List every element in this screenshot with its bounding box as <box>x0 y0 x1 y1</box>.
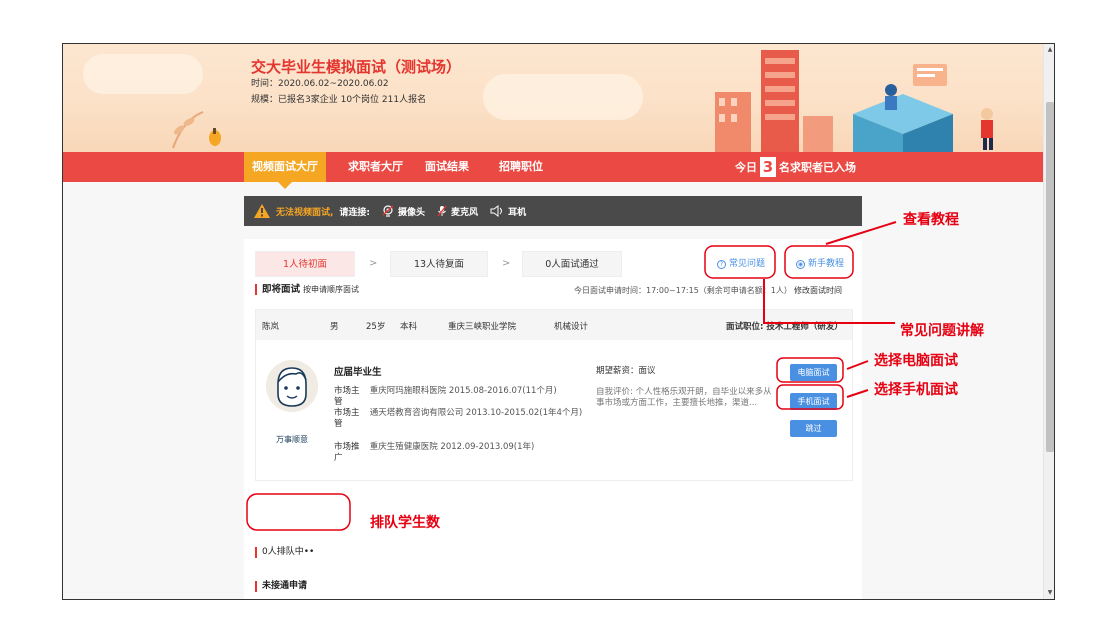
experience-detail: 通天塔教育咨询有限公司 2013.10-2015.02(1年4个月) <box>369 408 583 418</box>
annotation-view-tutorial: 查看教程 <box>903 212 959 228</box>
experience-detail: 重庆生殖健康医院 2012.09-2013.09(1年) <box>369 442 535 452</box>
upcoming-interview-title: 即将面试 <box>262 284 301 295</box>
earphone-label: 耳机 <box>508 207 527 218</box>
compass-icon: ◉ <box>796 259 805 269</box>
scroll-thumb[interactable] <box>1046 102 1054 452</box>
mic-status: 麦克风 <box>437 205 478 218</box>
skip-button[interactable]: 跳过 <box>790 420 837 437</box>
tab-pending-second-interview[interactable]: 13人待复面 <box>390 251 488 277</box>
device-warning-bar: 无法视频面试, 请连接: 摄像头 麦克风 耳机 <box>244 196 862 226</box>
earphone-status: 耳机 <box>490 205 526 218</box>
step-arrow: > <box>369 258 378 269</box>
expected-salary: 期望薪资：面议 <box>596 366 656 376</box>
event-banner: 交大毕业生模拟面试（测试场） 时间：2020.06.02~2020.06.02 … <box>63 44 1043 152</box>
banner-cloud <box>83 54 203 94</box>
warning-icon <box>254 204 270 218</box>
faq-label: 常见问题 <box>729 259 766 269</box>
tab-job-positions[interactable]: 招聘职位 <box>495 152 547 182</box>
microphone-icon <box>437 205 447 217</box>
camera-status: 摄像头 <box>382 205 425 218</box>
step-arrow: > <box>502 258 511 269</box>
today-suffix: 名求职者已入场 <box>779 161 856 174</box>
faq-button[interactable]: ? 常见问题 <box>717 252 765 276</box>
experience-item: 市场主管 通天塔教育咨询有限公司 2013.10-2015.02(1年4个月) <box>334 408 594 430</box>
today-entered-counter: 今日 3 名求职者已入场 <box>735 156 856 178</box>
experience-detail: 重庆阿玛施眼科医院 2015.08-2016.07(11个月) <box>369 386 557 396</box>
annotation-choose-mobile: 选择手机面试 <box>874 382 958 398</box>
pc-interview-button[interactable]: 电脑面试 <box>790 364 837 381</box>
avatar-caption: 万事顺意 <box>276 435 308 444</box>
candidate-type: 应届毕业生 <box>334 367 382 378</box>
event-time: 时间：2020.06.02~2020.06.02 <box>251 79 389 89</box>
city-illustration-icon <box>715 50 993 152</box>
candidate-summary-row: 陈岚 男 25岁 本科 重庆三峡职业学院 机械设计 面试职位: 技术工程师（研发… <box>256 310 852 340</box>
experience-role: 市场主管 <box>334 386 360 407</box>
guide-label: 新手教程 <box>808 259 845 269</box>
mic-label: 麦克风 <box>451 207 479 218</box>
upcoming-interview-heading: 即将面试 按申请顺序面试 <box>255 284 359 295</box>
queue-count: 0人排队中•• <box>255 547 314 558</box>
experience-role: 市场主管 <box>334 408 360 429</box>
tab-pending-first-interview[interactable]: 1人待初面 <box>255 251 355 277</box>
self-evaluation: 自我评价: 个人性格乐观开朗，自毕业以来多从事市场或方面工作，主要擅长地推，渠道… <box>596 387 772 408</box>
upcoming-interview-subtitle: 按申请顺序面试 <box>303 285 360 294</box>
today-count: 3 <box>760 157 776 177</box>
question-circle-icon: ? <box>717 259 726 269</box>
candidate-position: 面试职位: 技术工程师（研发） <box>726 322 843 332</box>
tab-interview-passed[interactable]: 0人面试通过 <box>522 251 622 277</box>
candidate-major: 机械设计 <box>554 322 589 332</box>
scroll-up-arrow-icon[interactable]: ▲ <box>1044 44 1054 56</box>
event-scale: 规模：已报名3家企业 10个岗位 211人报名 <box>251 95 427 105</box>
banner-cloud <box>483 74 643 120</box>
event-title: 交大毕业生模拟面试（测试场） <box>251 58 462 76</box>
camera-icon <box>382 205 394 217</box>
leaf-decoration-icon <box>172 111 221 149</box>
page-viewport: 交大毕业生模拟面试（测试场） 时间：2020.06.02~2020.06.02 … <box>63 44 1043 599</box>
tab-video-interview-hall[interactable]: 视频面试大厅 <box>244 152 326 189</box>
annotation-faq-explain: 常见问题讲解 <box>900 323 984 339</box>
interview-panel: 1人待初面 > 13人待复面 > 0人面试通过 ? 常见问题 ◉ 新手教程 即将… <box>244 239 862 599</box>
experience-item: 市场推广 重庆生殖健康医院 2012.09-2013.09(1年) <box>334 442 594 464</box>
main-nav: 视频面试大厅 求职者大厅 面试结果 招聘职位 今日 3 名求职者已入场 <box>63 152 1043 189</box>
candidate-age: 25岁 <box>366 322 386 332</box>
experience-role: 市场推广 <box>334 442 360 463</box>
camera-label: 摄像头 <box>398 207 426 218</box>
tab-job-seeker-hall[interactable]: 求职者大厅 <box>344 152 407 182</box>
experience-item: 市场主管 重庆阿玛施眼科医院 2015.08-2016.07(11个月) <box>334 386 594 408</box>
unconnected-requests-heading: 未接通申请 <box>255 581 307 592</box>
tab-interview-results[interactable]: 面试结果 <box>421 152 473 182</box>
beginner-guide-button[interactable]: ◉ 新手教程 <box>796 252 844 276</box>
avatar <box>266 360 318 412</box>
today-prefix: 今日 <box>735 161 757 174</box>
candidate-gender: 男 <box>330 322 339 332</box>
cartoon-face-icon <box>266 360 318 412</box>
annotation-choose-pc: 选择电脑面试 <box>874 353 958 369</box>
scroll-down-arrow-icon[interactable]: ▼ <box>1044 587 1054 599</box>
mobile-interview-button[interactable]: 手机面试 <box>790 393 837 410</box>
apply-time-info: 今日面试申请时间：17:00~17:15（剩余可申请名额：1人） <box>574 286 792 295</box>
vertical-scrollbar[interactable]: ▲ ▼ <box>1043 44 1054 599</box>
annotation-queue-count: 排队学生数 <box>370 515 440 531</box>
speaker-muted-icon <box>490 205 503 217</box>
candidate-name: 陈岚 <box>262 322 280 332</box>
modify-interview-time-link[interactable]: 修改面试时间 <box>794 285 842 296</box>
warning-subtext: 请连接: <box>339 207 371 218</box>
warning-text: 无法视频面试, <box>276 207 334 218</box>
candidate-card: 陈岚 男 25岁 本科 重庆三峡职业学院 机械设计 面试职位: 技术工程师（研发… <box>255 309 853 481</box>
candidate-degree: 本科 <box>400 322 418 332</box>
candidate-school: 重庆三峡职业学院 <box>448 322 517 332</box>
